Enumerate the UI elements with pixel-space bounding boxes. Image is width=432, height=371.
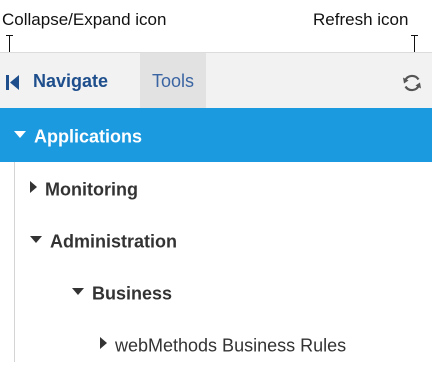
refresh-callout-label: Refresh icon	[313, 10, 409, 29]
tree-guide-line	[14, 162, 15, 362]
tab-navigate[interactable]: Navigate	[22, 53, 117, 109]
tree-node-applications[interactable]: Applications	[0, 108, 432, 162]
panel-toolbar: Navigate Tools	[0, 52, 432, 109]
collapse-expand-callout-label: Collapse/Expand icon	[2, 10, 167, 29]
tree-node-monitoring[interactable]: Monitoring	[0, 162, 432, 214]
chevron-right-icon	[30, 181, 37, 194]
chevron-down-icon	[14, 130, 26, 138]
refresh-icon[interactable]	[400, 71, 424, 95]
chevron-down-icon	[30, 235, 42, 243]
tree-node-business[interactable]: Business	[0, 266, 432, 318]
navigation-tree: Applications Monitoring Administration B…	[0, 108, 432, 370]
chevron-down-icon	[72, 287, 84, 295]
tree-node-label: webMethods Business Rules	[115, 335, 347, 356]
tree-node-webmethods-business-rules[interactable]: webMethods Business Rules	[0, 318, 432, 370]
tree-node-label: Business	[92, 283, 173, 304]
navigation-panel: Navigate Tools Applications Monitoring A…	[0, 52, 432, 365]
tree-node-label: Administration	[50, 231, 178, 252]
tree-node-label: Applications	[34, 126, 143, 147]
tree-node-administration[interactable]: Administration	[0, 214, 432, 266]
chevron-right-icon	[100, 337, 107, 350]
collapse-expand-icon[interactable]	[5, 74, 21, 91]
tab-tools[interactable]: Tools	[140, 53, 207, 109]
tree-node-label: Monitoring	[45, 179, 138, 200]
